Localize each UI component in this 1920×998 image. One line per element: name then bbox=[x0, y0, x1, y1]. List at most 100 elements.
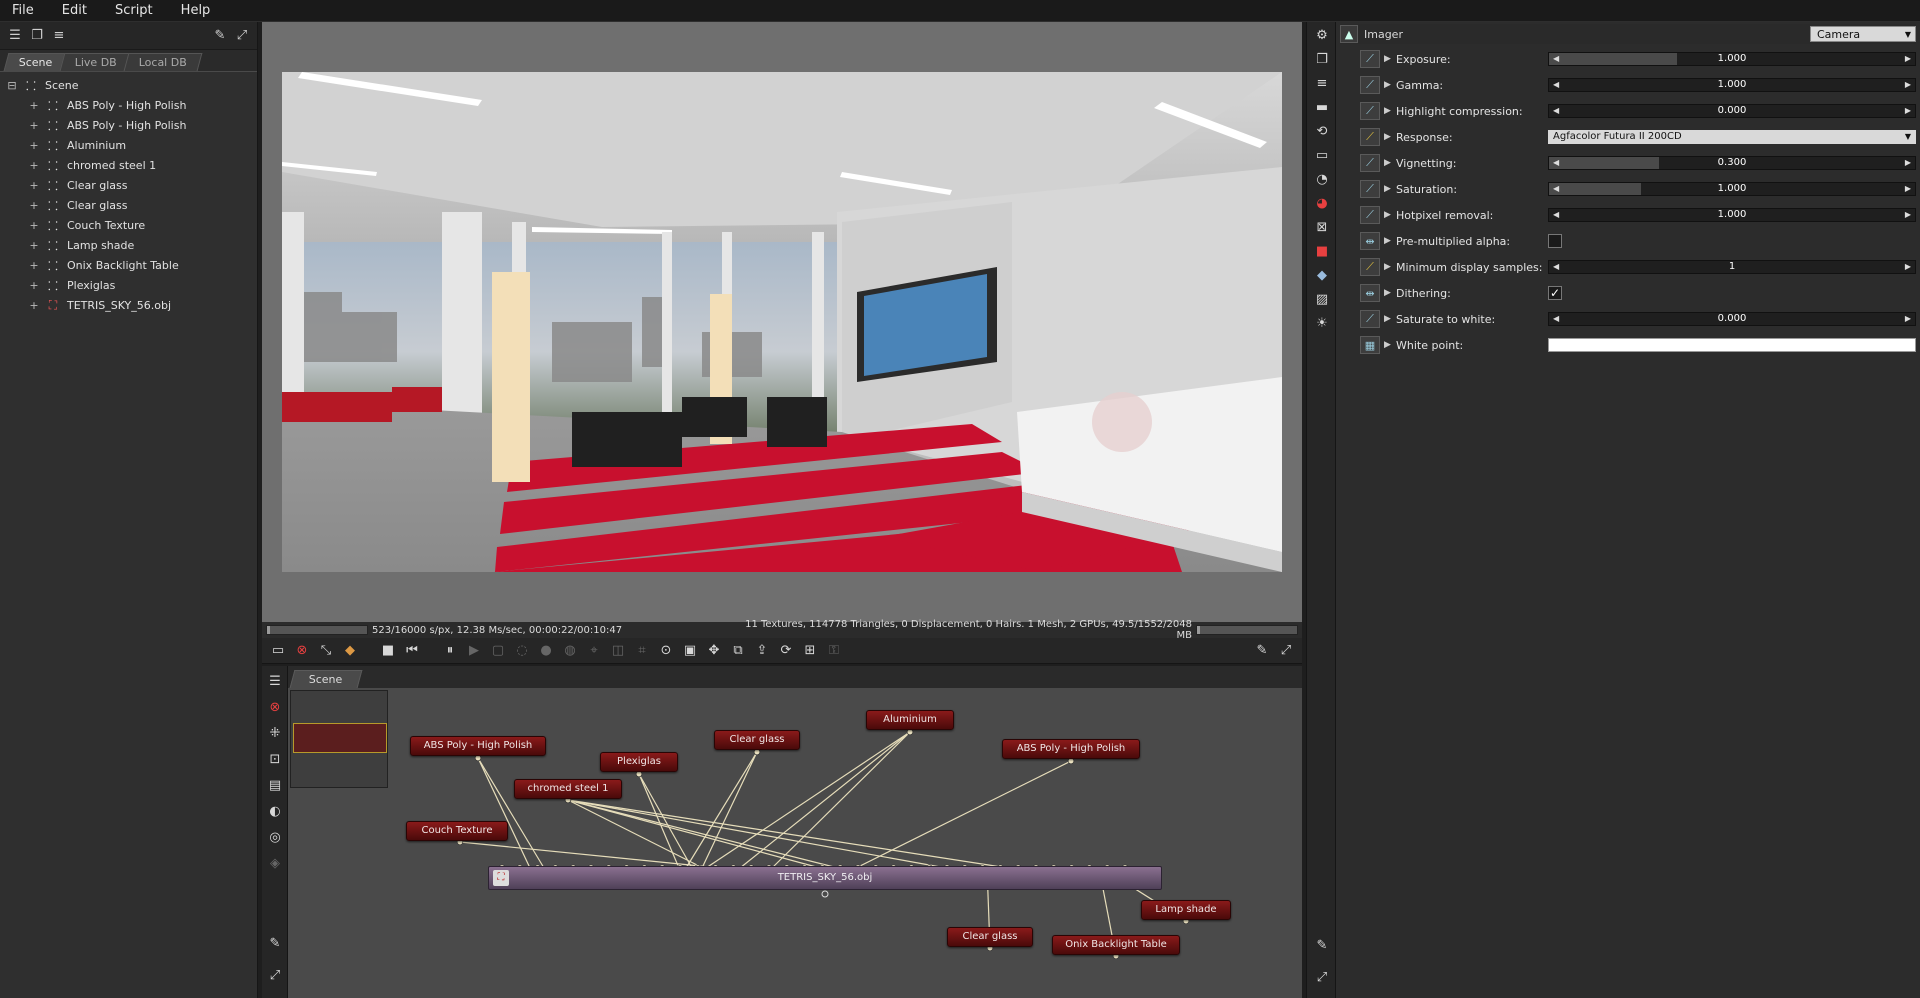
pick-icon[interactable]: ✥ bbox=[702, 640, 726, 662]
param-type-icon[interactable]: ⟋ bbox=[1360, 50, 1380, 68]
mesh-node[interactable]: ⛶ TETRIS_SKY_56.obj bbox=[488, 866, 1162, 890]
geometry-icon[interactable]: ◈ bbox=[263, 852, 287, 874]
node-output-pin[interactable] bbox=[753, 748, 761, 756]
stack-icon[interactable]: ≡ bbox=[48, 26, 70, 46]
tree-item[interactable]: + ⸬ chromed steel 1 bbox=[0, 155, 257, 175]
environment-icon[interactable]: ◔ bbox=[1310, 168, 1334, 190]
material-icon[interactable]: ◕ bbox=[1310, 192, 1334, 214]
increase-icon[interactable]: ▶ bbox=[1905, 157, 1911, 169]
param-slider[interactable]: ◀ 1 ▶ bbox=[1548, 260, 1916, 274]
decrease-icon[interactable]: ◀ bbox=[1553, 157, 1559, 169]
decrease-icon[interactable]: ◀ bbox=[1553, 79, 1559, 91]
param-slider[interactable]: ◀ 0.300 ▶ bbox=[1548, 156, 1916, 170]
tree-item[interactable]: + ⸬ Onix Backlight Table bbox=[0, 255, 257, 275]
node-output-pin[interactable] bbox=[906, 728, 914, 736]
node-output-pin[interactable] bbox=[474, 754, 482, 762]
expand-arrow-icon[interactable]: ▶ bbox=[1384, 340, 1396, 350]
refresh-icon[interactable]: ⟳ bbox=[774, 640, 798, 662]
param-type-icon[interactable]: ⟋ bbox=[1360, 310, 1380, 328]
menu-help[interactable]: Help bbox=[167, 0, 225, 22]
expand-node-icon[interactable]: + bbox=[28, 159, 40, 172]
texture-icon[interactable]: ◎ bbox=[263, 826, 287, 848]
tree-item[interactable]: + ⸬ Clear glass bbox=[0, 195, 257, 215]
layers-icon[interactable]: ❐ bbox=[26, 26, 48, 46]
tree-item[interactable]: + ⸬ Lamp shade bbox=[0, 235, 257, 255]
node-output-pin[interactable] bbox=[474, 754, 482, 762]
focus-picker-icon[interactable]: ⌖ bbox=[582, 640, 606, 662]
node-chromed-steel[interactable]: chromed steel 1 bbox=[514, 779, 622, 799]
copy-icon[interactable]: ⧉ bbox=[726, 640, 750, 662]
expand-icon[interactable]: ⤢ bbox=[1310, 966, 1334, 988]
expand-arrow-icon[interactable]: ▶ bbox=[1384, 158, 1396, 168]
node-lamp-shade[interactable]: Lamp shade bbox=[1141, 900, 1231, 920]
expand-arrow-icon[interactable]: ▶ bbox=[1384, 80, 1396, 90]
param-slider[interactable]: ◀ 0.000 ▶ bbox=[1548, 312, 1916, 326]
sun-icon[interactable]: ☀ bbox=[1310, 312, 1334, 334]
menu-file[interactable]: File bbox=[0, 0, 48, 22]
material-icon[interactable]: ◐ bbox=[263, 800, 287, 822]
image-node-icon[interactable]: ▤ bbox=[263, 774, 287, 796]
param-type-icon[interactable]: ⇹ bbox=[1360, 232, 1380, 250]
expand-node-icon[interactable]: + bbox=[28, 199, 40, 212]
decrease-icon[interactable]: ◀ bbox=[1553, 313, 1559, 325]
screen-icon[interactable]: ▭ bbox=[266, 640, 290, 662]
expand-arrow-icon[interactable]: ▶ bbox=[1384, 132, 1396, 142]
expand-arrow-icon[interactable]: ▶ bbox=[1384, 262, 1396, 272]
tab-scene[interactable]: Scene bbox=[3, 53, 68, 71]
material-picker-icon[interactable]: ◍ bbox=[558, 640, 582, 662]
node-output-pin[interactable] bbox=[906, 728, 914, 736]
kernel-icon[interactable]: ⟲ bbox=[1310, 120, 1334, 142]
save-image-icon[interactable]: ⊞ bbox=[798, 640, 822, 662]
menu-edit[interactable]: Edit bbox=[48, 0, 101, 22]
node-output-pin[interactable] bbox=[753, 748, 761, 756]
node-clear-glass-2[interactable]: Clear glass bbox=[947, 927, 1033, 947]
cube-icon[interactable]: ◆ bbox=[338, 640, 362, 662]
render-image[interactable] bbox=[282, 72, 1282, 572]
increase-icon[interactable]: ▶ bbox=[1905, 313, 1911, 325]
expand-node-icon[interactable]: + bbox=[28, 299, 40, 312]
mesh-output-pin[interactable] bbox=[821, 890, 829, 898]
node-output-pin[interactable] bbox=[906, 728, 914, 736]
param-slider[interactable]: ◀ 0.000 ▶ bbox=[1548, 104, 1916, 118]
texture-icon[interactable]: ⊠ bbox=[1310, 216, 1334, 238]
decrease-icon[interactable]: ◀ bbox=[1553, 105, 1559, 117]
expand-arrow-icon[interactable]: ▶ bbox=[1384, 54, 1396, 64]
node-clear-glass-1[interactable]: Clear glass bbox=[714, 730, 800, 750]
crop-icon[interactable]: ⌗ bbox=[630, 640, 654, 662]
expand-node-icon[interactable]: + bbox=[28, 219, 40, 232]
increase-icon[interactable]: ▶ bbox=[1905, 183, 1911, 195]
color-picker-icon[interactable]: ● bbox=[534, 640, 558, 662]
expand-arrow-icon[interactable]: ▶ bbox=[1384, 288, 1396, 298]
outliner-list-icon[interactable]: ☰ bbox=[4, 26, 26, 46]
node-graph[interactable]: Scene ABS Poly - High Polish Plexiglas c… bbox=[288, 666, 1302, 998]
param-type-icon[interactable]: ⟋ bbox=[1360, 154, 1380, 172]
tab-local-db[interactable]: Local DB bbox=[123, 53, 202, 71]
tree-item[interactable]: + ⸬ Couch Texture bbox=[0, 215, 257, 235]
wrench-icon[interactable]: ✎ bbox=[209, 26, 231, 46]
tree-item[interactable]: + ⸬ ABS Poly - High Polish bbox=[0, 95, 257, 115]
param-type-icon[interactable]: ⟋ bbox=[1360, 128, 1380, 146]
white-point-swatch[interactable] bbox=[1548, 338, 1916, 352]
tree-item[interactable]: + ⸬ ABS Poly - High Polish bbox=[0, 115, 257, 135]
param-type-icon[interactable]: ⟋ bbox=[1360, 180, 1380, 198]
wrench-icon[interactable]: ✎ bbox=[1250, 640, 1274, 662]
expand-arrow-icon[interactable]: ▶ bbox=[1384, 184, 1396, 194]
increase-icon[interactable]: ▶ bbox=[1905, 105, 1911, 117]
param-type-icon[interactable]: ⟋ bbox=[1360, 206, 1380, 224]
render-viewport[interactable] bbox=[262, 22, 1302, 622]
tree-item[interactable]: + ⸬ Plexiglas bbox=[0, 275, 257, 295]
tree-item[interactable]: + ⸬ Aluminium bbox=[0, 135, 257, 155]
increase-icon[interactable]: ▶ bbox=[1905, 209, 1911, 221]
tree-root[interactable]: ⊟ ⸬ Scene bbox=[0, 75, 257, 95]
graph-overview[interactable] bbox=[290, 690, 388, 788]
tree-item[interactable]: + ⸬ Clear glass bbox=[0, 175, 257, 195]
response-dropdown[interactable]: Agfacolor Futura II 200CD ▼ bbox=[1548, 130, 1916, 144]
param-checkbox[interactable]: ✓ bbox=[1548, 286, 1562, 300]
render-mode-icon[interactable]: ⊗ bbox=[290, 640, 314, 662]
expand-arrow-icon[interactable]: ▶ bbox=[1384, 314, 1396, 324]
play-icon[interactable]: ▶ bbox=[462, 640, 486, 662]
grid-icon[interactable]: ⁜ bbox=[263, 722, 287, 744]
param-type-icon[interactable]: ⟋ bbox=[1360, 76, 1380, 94]
node-abs-poly-1[interactable]: ABS Poly - High Polish bbox=[410, 736, 546, 756]
param-slider[interactable]: ◀ 1.000 ▶ bbox=[1548, 78, 1916, 92]
